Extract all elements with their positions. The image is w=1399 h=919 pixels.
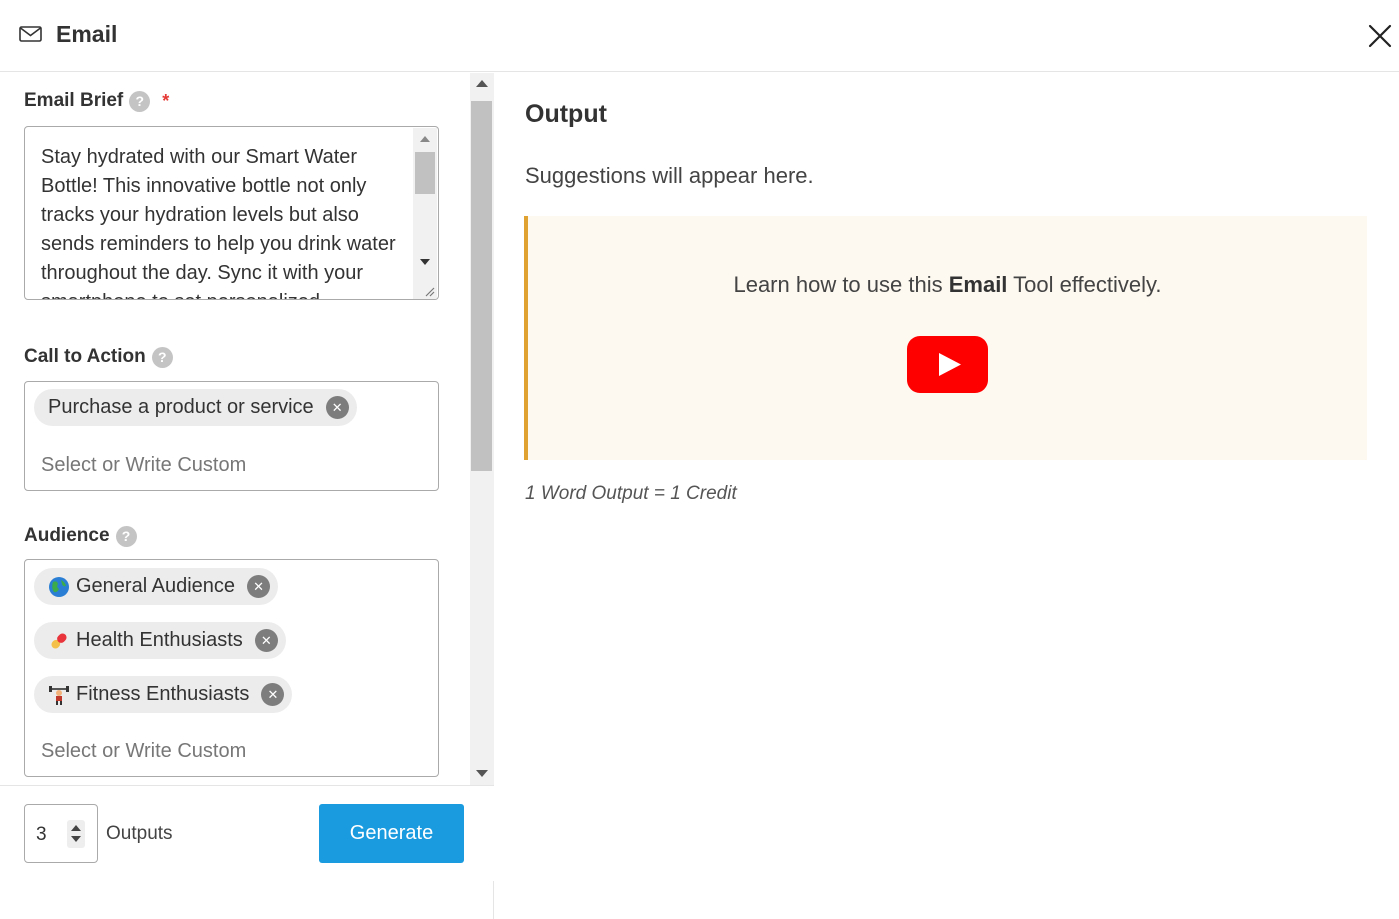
help-icon[interactable]: ? [115,525,137,547]
tutorial-text-start: Learn how to use this [733,272,949,297]
modal-title: Email [56,21,118,47]
tutorial-text-bold: Email [948,272,1008,297]
help-icon[interactable]: ? [129,90,151,112]
mail-icon [19,26,42,42]
outputs-stepper[interactable]: 3 [24,804,98,863]
stepper-arrows-icon[interactable] [67,820,85,848]
outputs-value[interactable]: 3 [36,824,47,846]
email-brief-text[interactable]: Stay hydrated with our Smart Water Bottl… [41,143,403,299]
audience-input-placeholder[interactable]: Select or Write Custom [41,740,246,763]
audience-label-text: Audience [24,525,110,546]
required-mark: * [162,90,170,111]
input-panel: Email Brief ? * Stay hydrated with our S… [0,73,494,919]
close-icon[interactable] [1364,20,1396,52]
youtube-play-icon[interactable] [907,336,988,393]
textarea-scroll-thumb[interactable] [415,152,435,194]
chip-label: Fitness Enthusiasts [76,683,250,705]
remove-chip-icon[interactable]: ✕ [325,396,349,419]
tutorial-text: Learn how to use this Email Tool effecti… [528,272,1367,298]
email-brief-label-text: Email Brief [24,90,124,111]
remove-chip-icon[interactable]: ✕ [254,629,278,652]
globe-icon [49,576,69,597]
scroll-up-arrow-icon[interactable] [476,80,488,87]
cta-input-placeholder[interactable]: Select or Write Custom [41,454,246,477]
tutorial-box: Learn how to use this Email Tool effecti… [524,216,1367,460]
chip-label: Purchase a product or service [48,396,314,418]
output-title: Output [525,100,607,128]
remove-chip-icon[interactable]: ✕ [261,683,285,706]
suggestions-placeholder: Suggestions will appear here. [525,163,814,188]
chip-label: Health Enthusiasts [76,629,243,651]
output-panel: Output Suggestions will appear here. Lea… [495,73,1399,919]
form-footer: 3 Outputs Generate [0,785,494,881]
audience-chip: Health Enthusiasts ✕ [34,622,286,659]
credit-note: 1 Word Output = 1 Credit [525,483,737,504]
email-brief-textarea[interactable]: Stay hydrated with our Smart Water Bottl… [24,126,439,300]
tutorial-text-end: Tool effectively. [1007,272,1162,297]
pill-icon [51,632,67,649]
call-to-action-label: Call to Action ? [24,346,173,368]
form-scroll-thumb[interactable] [471,101,492,471]
scroll-down-arrow-icon[interactable] [420,259,430,265]
outputs-label: Outputs [106,823,173,844]
resize-grip-icon[interactable] [423,285,435,297]
modal-header: Email [0,0,1399,72]
form-scrollbar[interactable] [470,73,494,785]
remove-chip-icon[interactable]: ✕ [247,575,271,598]
cta-chip: Purchase a product or service ✕ [34,389,357,426]
decrement-icon[interactable] [71,836,81,842]
call-to-action-label-text: Call to Action [24,346,146,367]
help-icon[interactable]: ? [151,346,173,368]
scroll-down-arrow-icon[interactable] [476,770,488,777]
audience-label: Audience ? [24,525,137,547]
scroll-up-arrow-icon[interactable] [420,136,430,142]
textarea-scrollbar[interactable] [413,128,437,299]
generate-button[interactable]: Generate [319,804,464,863]
audience-select[interactable]: General Audience ✕ Health Enthusiasts ✕ [24,559,439,777]
call-to-action-select[interactable]: Purchase a product or service ✕ Select o… [24,381,439,491]
email-brief-label: Email Brief ? * [24,90,169,112]
audience-chip: Fitness Enthusiasts ✕ [34,676,293,713]
form-area[interactable]: Email Brief ? * Stay hydrated with our S… [0,73,470,785]
increment-icon[interactable] [71,825,81,831]
audience-chip: General Audience ✕ [34,568,279,605]
chip-label: General Audience [76,575,236,597]
weightlifter-icon [49,685,69,705]
